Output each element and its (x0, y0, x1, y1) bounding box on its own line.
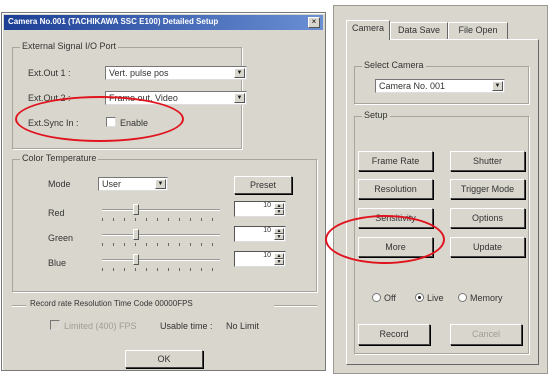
live-label: Live (427, 293, 444, 303)
green-value-spinner[interactable]: 10 ▲ ▼ (234, 226, 286, 242)
update-button[interactable]: Update (450, 237, 525, 257)
blue-slider-thumb[interactable] (133, 254, 140, 265)
limited-fps-label: Limited (400) FPS (64, 321, 137, 331)
record-button[interactable]: Record (358, 324, 430, 345)
memory-radio[interactable] (458, 293, 467, 302)
ext-out2-label: Ext.Out 2 : (28, 93, 71, 103)
spin-down-icon[interactable]: ▼ (274, 209, 284, 215)
record-rate-label: Record rate Resolution Time Code 00000FP… (30, 299, 193, 308)
mode-value: User (102, 179, 122, 189)
ext-sync-label: Ext.Sync In : (28, 118, 79, 128)
limited-fps-checkbox[interactable] (50, 320, 60, 330)
green-label: Green (48, 233, 74, 243)
camera-select[interactable]: Camera No. 001 ▼ (375, 79, 505, 93)
ext-out1-value: Vert. pulse pos (109, 68, 169, 78)
dropdown-arrow-icon[interactable]: ▼ (492, 81, 503, 91)
close-icon[interactable]: × (308, 17, 320, 28)
dialog-titlebar[interactable]: Camera No.001 (TACHIKAWA SSC E100) Detai… (4, 15, 323, 30)
ext-out1-label: Ext.Out 1 : (28, 68, 71, 78)
external-signal-port-label: External Signal I/O Port (20, 41, 119, 51)
ext-out1-select[interactable]: Vert. pulse pos ▼ (105, 66, 247, 80)
blue-label: Blue (48, 258, 67, 268)
red-slider-thumb[interactable] (133, 204, 140, 215)
detailed-setup-dialog: Camera No.001 (TACHIKAWA SSC E100) Detai… (1, 12, 326, 371)
red-value-spinner[interactable]: 10 ▲ ▼ (234, 201, 286, 217)
ext-sync-enable-label: Enable (120, 118, 149, 128)
sensitivity-button[interactable]: Sensitivity (358, 208, 433, 228)
blue-slider-ticks (102, 268, 220, 271)
green-slider-track[interactable] (102, 234, 220, 236)
tab-camera[interactable]: Camera (346, 20, 390, 40)
cancel-button[interactable]: Cancel (450, 324, 522, 345)
usable-time-value: No Limit (226, 321, 260, 331)
select-camera-label: Select Camera (362, 60, 426, 70)
live-radio[interactable] (415, 293, 424, 302)
dropdown-arrow-icon[interactable]: ▼ (234, 93, 245, 103)
ext-sync-enable-checkbox[interactable] (106, 117, 116, 127)
ext-out2-value: Frame out, Video (109, 93, 178, 103)
record-separator-right (274, 305, 317, 307)
red-slider-ticks (102, 218, 220, 221)
ok-button[interactable]: OK (125, 350, 203, 368)
memory-label: Memory (470, 293, 503, 303)
preset-button[interactable]: Preset (234, 176, 292, 194)
color-temperature-label: Color Temperature (20, 153, 99, 163)
camera-control-panel: Camera Data Save File Open Select Camera… (333, 5, 548, 374)
setup-label: Setup (362, 110, 390, 120)
green-value: 10 (263, 227, 271, 234)
more-button[interactable]: More (358, 237, 433, 257)
trigger-mode-button[interactable]: Trigger Mode (450, 179, 525, 199)
frame-rate-button[interactable]: Frame Rate (358, 151, 433, 171)
blue-value: 10 (263, 252, 271, 259)
camera-tab-page: Select Camera Camera No. 001 ▼ Setup Fra… (346, 39, 539, 365)
options-button[interactable]: Options (450, 208, 525, 228)
usable-time-label: Usable time : (160, 321, 213, 331)
red-value: 10 (263, 202, 271, 209)
resolution-button[interactable]: Resolution (358, 179, 433, 199)
off-label: Off (384, 293, 396, 303)
ext-out2-select[interactable]: Frame out, Video ▼ (105, 91, 247, 105)
mode-label: Mode (48, 179, 71, 189)
green-slider-thumb[interactable] (133, 229, 140, 240)
record-separator-left (12, 305, 26, 307)
blue-slider-track[interactable] (102, 259, 220, 261)
tab-data-save[interactable]: Data Save (390, 22, 448, 39)
red-slider-track[interactable] (102, 209, 220, 211)
green-slider-ticks (102, 243, 220, 246)
camera-value: Camera No. 001 (379, 81, 446, 91)
shutter-button[interactable]: Shutter (450, 151, 525, 171)
spin-down-icon[interactable]: ▼ (274, 259, 284, 265)
tab-file-open[interactable]: File Open (448, 22, 508, 39)
blue-value-spinner[interactable]: 10 ▲ ▼ (234, 251, 286, 267)
mode-select[interactable]: User ▼ (98, 177, 168, 191)
spin-down-icon[interactable]: ▼ (274, 234, 284, 240)
dropdown-arrow-icon[interactable]: ▼ (234, 68, 245, 78)
dropdown-arrow-icon[interactable]: ▼ (155, 179, 166, 189)
red-label: Red (48, 208, 65, 218)
dialog-title: Camera No.001 (TACHIKAWA SSC E100) Detai… (8, 17, 219, 26)
off-radio[interactable] (372, 293, 381, 302)
